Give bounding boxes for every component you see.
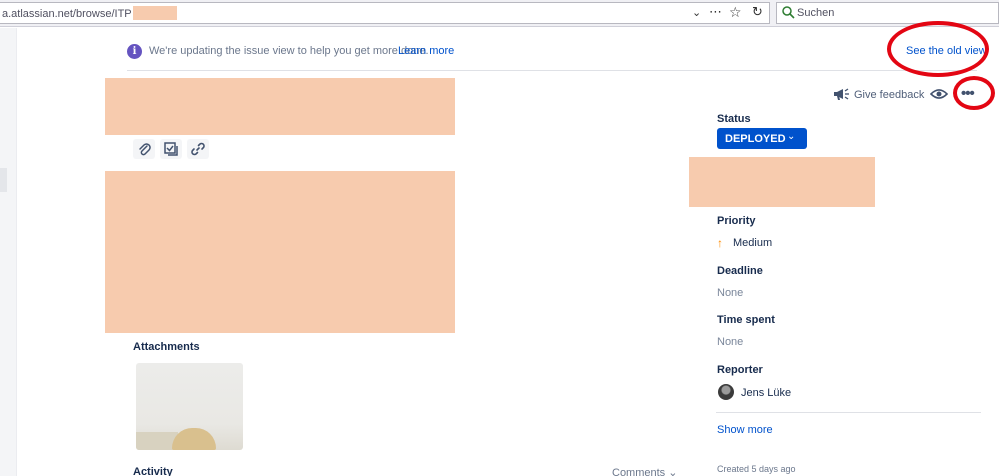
chevron-down-icon: ⌄ [668, 467, 678, 476]
divider [716, 412, 981, 413]
url-text: a.atlassian.net/browse/ITP [2, 6, 177, 20]
annotation-circle-old-view [887, 21, 989, 77]
browser-search-box[interactable]: Suchen [776, 2, 999, 24]
star-icon[interactable]: ☆ [729, 4, 742, 21]
activity-filter-label: Comments [612, 467, 666, 476]
time-spent-value[interactable]: None [717, 336, 743, 348]
redacted-field [689, 157, 875, 207]
attachments-heading: Attachments [133, 341, 200, 353]
show-more-link[interactable]: Show more [717, 424, 773, 436]
banner-message: We're updating the issue view to help yo… [149, 45, 429, 57]
link-issue-button[interactable] [187, 139, 209, 159]
link-icon [191, 142, 205, 156]
redacted-description [105, 171, 455, 333]
learn-more-link[interactable]: Learn more [398, 45, 454, 57]
annotation-circle-more [953, 76, 995, 110]
status-dropdown[interactable]: DEPLOYED ⌄ [717, 128, 807, 149]
attachment-thumbnail[interactable] [136, 363, 243, 450]
reporter-label: Reporter [717, 364, 763, 376]
arrow-up-icon: ↑ [717, 236, 723, 250]
status-label: Status [717, 113, 751, 125]
info-banner: i We're updating the issue view to help … [127, 39, 987, 71]
time-spent-label: Time spent [717, 314, 775, 326]
reload-icon[interactable]: ↻ [752, 4, 763, 20]
deadline-value[interactable]: None [717, 287, 743, 299]
url-redaction [132, 6, 177, 20]
priority-label: Priority [717, 215, 756, 227]
attach-button[interactable] [133, 139, 155, 159]
search-placeholder: Suchen [797, 7, 835, 19]
priority-value[interactable]: Medium [733, 237, 772, 249]
activity-heading: Activity [133, 466, 173, 476]
chevron-down-icon[interactable]: ⌄ [692, 6, 701, 19]
paperclip-icon [139, 143, 151, 156]
browser-toolbar: a.atlassian.net/browse/ITP ⌄ ⋯ ☆ ↻ Suche… [0, 0, 999, 27]
redacted-title [105, 78, 455, 135]
sidebar-handle[interactable] [0, 168, 7, 192]
eye-icon[interactable] [930, 86, 948, 102]
activity-filter-select[interactable]: Comments ⌄ [612, 466, 677, 476]
info-icon: i [127, 44, 142, 59]
create-subtask-button[interactable] [160, 139, 182, 159]
created-timestamp: Created 5 days ago [717, 464, 796, 474]
left-sidebar-gutter [0, 28, 17, 476]
status-value: DEPLOYED [725, 133, 786, 145]
reporter-value[interactable]: Jens Lüke [741, 387, 791, 399]
ellipsis-icon[interactable]: ⋯ [709, 4, 722, 20]
thumbnail-dog [172, 428, 216, 450]
deadline-label: Deadline [717, 265, 763, 277]
megaphone-icon[interactable] [832, 86, 850, 102]
more-actions-button[interactable]: ••• [961, 85, 975, 102]
search-icon [782, 6, 795, 19]
chevron-down-icon: ⌄ [787, 131, 796, 142]
address-bar[interactable]: a.atlassian.net/browse/ITP ⌄ ⋯ ☆ [0, 2, 770, 24]
avatar [718, 384, 734, 400]
checklist-icon [164, 142, 178, 156]
give-feedback-button[interactable]: Give feedback [854, 89, 924, 101]
